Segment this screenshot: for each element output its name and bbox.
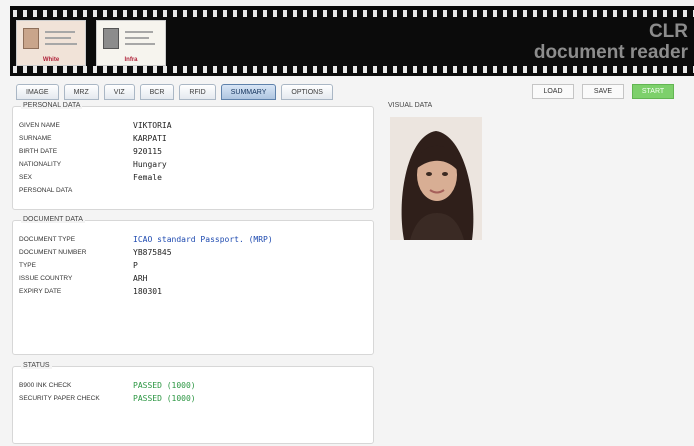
data-row: SECURITY PAPER CHECK PASSED (1000) [19,392,196,405]
logo-line1: CLR [648,21,688,42]
field-label: DOCUMENT TYPE [19,236,76,243]
load-button[interactable]: LOAD [532,84,574,99]
action-buttons: LOAD SAVE START [532,84,674,99]
data-row: ISSUE COUNTRY ARH [19,272,273,285]
data-row: NATIONALITY Hungary [19,158,172,171]
tab-rfid[interactable]: RFID [179,84,216,100]
field-label: GIVEN NAME [19,122,60,129]
film-perforation-top [10,10,694,17]
field-label: ISSUE COUNTRY [19,275,73,282]
status-panel: STATUS B900 INK CHECK PASSED (1000) SECUR… [12,362,374,444]
document-data-panel: DOCUMENT DATA DOCUMENT TYPE ICAO standard… [12,216,374,355]
app-logo: CLR document reader [534,22,688,62]
status-value: PASSED (1000) [133,381,196,390]
personal-data-rows: GIVEN NAME VIKTORIA SURNAME KARPATI BIRTH … [19,119,172,197]
field-label: SURNAME [19,135,52,142]
field-value: KARPATI [133,134,167,143]
tab-bcr[interactable]: BCR [139,84,175,100]
data-row: GIVEN NAME VIKTORIA [19,119,172,132]
save-button[interactable]: SAVE [582,84,624,99]
field-value: P [133,261,138,270]
passport-photo-icon [103,28,119,49]
tab-image[interactable]: IMAGE [16,84,59,100]
tab-viz[interactable]: VIZ [103,84,135,100]
field-value: 920115 [133,147,162,156]
field-value: 180301 [133,287,162,296]
personal-data-panel: PERSONAL DATA GIVEN NAME VIKTORIA SURNAME… [12,102,374,210]
header-filmstrip: White Infra CLR document reader [10,6,694,76]
field-label: NATIONALITY [19,161,62,168]
field-label: TYPE [19,262,36,269]
section-title: STATUS [21,362,52,369]
field-value: ARH [133,274,148,283]
thumbnail-caption: White [42,57,60,63]
data-row: BIRTH DATE 920115 [19,145,172,158]
field-label: B900 INK CHECK [19,382,72,389]
data-row: DOCUMENT NUMBER YB875845 [19,246,273,259]
data-row: TYPE P [19,259,273,272]
section-title: DOCUMENT DATA [21,216,85,223]
field-value: Female [133,173,162,182]
field-value: YB875845 [133,248,172,257]
field-value: Hungary [133,160,167,169]
status-value: PASSED (1000) [133,394,196,403]
thumbnail-infra[interactable]: Infra [96,20,166,66]
face-portrait [390,117,482,240]
logo-line2: document reader [533,42,688,63]
field-label: SEX [19,174,33,181]
status-rows: B900 INK CHECK PASSED (1000) SECURITY PAP… [19,379,196,405]
tab-bar: IMAGE MRZ VIZ BCR RFID SUMMARY OPTIONS [16,84,333,100]
data-row: PERSONAL DATA [19,184,172,197]
face-portrait-icon [390,117,482,240]
start-button[interactable]: START [632,84,674,99]
thumbnail-white[interactable]: White [16,20,86,66]
field-value: ICAO standard Passport. (MRP) [133,235,273,244]
section-title: PERSONAL DATA [21,102,83,109]
tab-mrz[interactable]: MRZ [63,84,99,100]
field-label: DOCUMENT NUMBER [19,249,87,256]
field-label: PERSONAL DATA [19,187,73,194]
visual-data-title: VISUAL DATA [388,102,433,109]
data-row: DOCUMENT TYPE ICAO standard Passport. (MR… [19,233,273,246]
field-value: VIKTORIA [133,121,172,130]
thumbnail-caption: Infra [124,57,138,63]
data-row: B900 INK CHECK PASSED (1000) [19,379,196,392]
film-perforation-bottom [10,66,694,73]
tab-options[interactable]: OPTIONS [281,84,333,100]
passport-photo-icon [23,28,39,49]
data-row: SEX Female [19,171,172,184]
tab-summary[interactable]: SUMMARY [220,84,277,100]
document-data-rows: DOCUMENT TYPE ICAO standard Passport. (MR… [19,233,273,298]
field-label: SECURITY PAPER CHECK [19,395,100,402]
field-label: BIRTH DATE [19,148,58,155]
data-row: SURNAME KARPATI [19,132,172,145]
data-row: EXPIRY DATE 180301 [19,285,273,298]
field-label: EXPIRY DATE [19,288,62,295]
